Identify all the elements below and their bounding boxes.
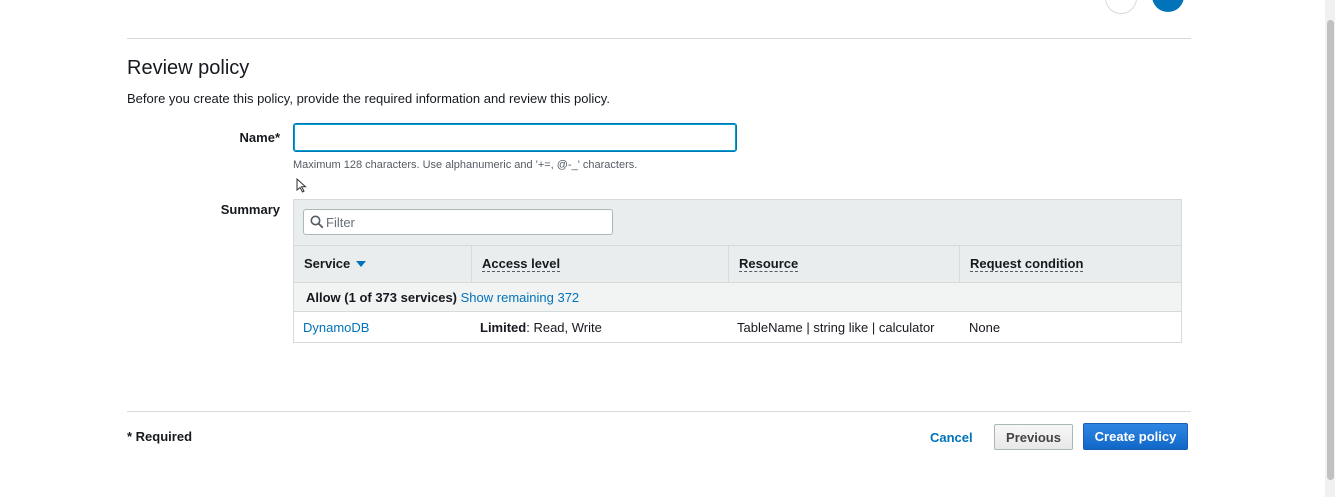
access-level-detail: : Read, Write (526, 320, 602, 335)
summary-table: Service Access level Resource Request co… (293, 199, 1182, 343)
service-link-dynamodb[interactable]: DynamoDB (303, 320, 369, 335)
search-icon (310, 215, 324, 229)
name-field-label: Name* (239, 130, 280, 145)
bottom-divider (127, 411, 1191, 412)
top-navigation-strip (0, 0, 1335, 14)
column-header-resource-label: Resource (739, 256, 799, 272)
policy-name-input[interactable] (293, 123, 737, 152)
access-level-cell: Limited: Read, Write (471, 313, 602, 342)
access-level-strong: Limited (480, 320, 527, 335)
required-note: * Required (127, 429, 193, 444)
request-condition-cell: None (969, 320, 1001, 335)
mouse-cursor-icon (296, 178, 307, 193)
resource-cell: TableName | string like | calculator (737, 320, 935, 335)
filter-input[interactable] (326, 213, 606, 231)
page-title: Review policy (127, 57, 250, 79)
previous-button[interactable]: Previous (994, 424, 1073, 450)
allow-group-label: Allow (1 of 373 services) (306, 290, 458, 305)
user-avatar-icon[interactable] (1152, 0, 1184, 12)
column-header-service-label: Service (304, 256, 351, 271)
filter-box[interactable] (303, 209, 613, 235)
service-cell: DynamoDB (294, 313, 369, 342)
help-icon[interactable] (1105, 0, 1137, 14)
column-header-request-condition-label: Request condition (970, 256, 1084, 272)
column-header-access-level[interactable]: Access level (471, 246, 728, 282)
sort-descending-icon[interactable] (356, 260, 367, 267)
cancel-button[interactable]: Cancel (920, 424, 983, 450)
allow-group-row: Allow (1 of 373 services) Show remaining… (294, 283, 1181, 312)
name-field-hint: Maximum 128 characters. Use alphanumeric… (293, 159, 638, 171)
create-policy-button[interactable]: Create policy (1083, 423, 1188, 450)
table-row: DynamoDB Limited: Read, Write TableName … (294, 313, 1181, 342)
column-header-request-condition[interactable]: Request condition (959, 246, 1181, 282)
filter-bar (294, 200, 1181, 246)
top-divider (127, 38, 1191, 39)
show-remaining-link[interactable]: Show remaining 372 (461, 290, 580, 305)
column-header-access-level-label: Access level (482, 256, 561, 272)
table-header: Service Access level Resource Request co… (294, 246, 1181, 283)
column-header-resource[interactable]: Resource (728, 246, 959, 282)
page-description: Before you create this policy, provide t… (127, 91, 610, 106)
scrollbar-thumb[interactable] (1327, 20, 1334, 480)
column-header-service[interactable]: Service (294, 246, 471, 282)
summary-label: Summary (220, 202, 280, 217)
